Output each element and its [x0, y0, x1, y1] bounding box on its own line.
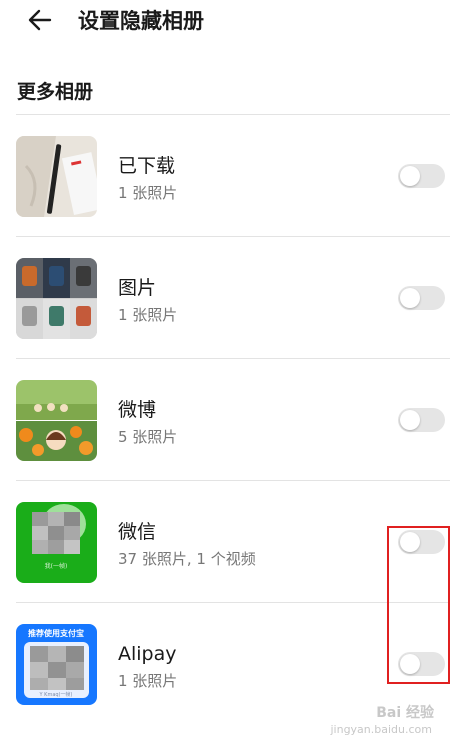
toggle-knob: [400, 166, 420, 186]
album-name: Alipay: [118, 643, 177, 665]
album-name: 微博: [118, 399, 157, 421]
album-name: 微信: [118, 521, 157, 543]
album-name: 已下载: [118, 155, 176, 177]
album-thumbnail: [16, 380, 97, 461]
album-count: 1 张照片: [118, 672, 178, 690]
watermark-logo: Bai 经验: [376, 705, 434, 721]
album-count: 1 张照片: [118, 306, 178, 324]
album-count: 1 张照片: [118, 184, 178, 202]
back-button[interactable]: [26, 6, 54, 34]
section-title: 更多相册: [17, 81, 94, 103]
hide-toggle[interactable]: [398, 408, 445, 432]
hide-toggle[interactable]: [398, 286, 445, 310]
toggle-knob: [400, 410, 420, 430]
album-thumbnail: 我(一帧): [16, 502, 97, 583]
thumbnail-caption: Y Kmaq(一帧): [39, 691, 73, 698]
album-thumbnail: [16, 136, 97, 217]
thumbnail-caption: 推荐使用支付宝: [28, 628, 84, 638]
album-count: 37 张照片, 1 个视频: [118, 550, 256, 568]
page-title: 设置隐藏相册: [78, 9, 204, 33]
arrow-left-icon: [28, 9, 52, 31]
album-thumbnail: [16, 258, 97, 339]
highlight-annotation: [387, 526, 450, 684]
toggle-knob: [400, 288, 420, 308]
watermark-url: jingyan.baidu.com: [330, 723, 432, 736]
album-thumbnail: 推荐使用支付宝 Y Kmaq(一帧): [16, 624, 97, 705]
album-count: 5 张照片: [118, 428, 178, 446]
album-name: 图片: [118, 277, 157, 299]
album-row-weibo[interactable]: 微博 5 张照片: [0, 359, 462, 481]
thumbnail-caption: 我(一帧): [45, 562, 68, 570]
album-row-downloads[interactable]: 已下载 1 张照片: [0, 115, 462, 237]
album-row-pictures[interactable]: 图片 1 张照片: [0, 237, 462, 359]
hide-toggle[interactable]: [398, 164, 445, 188]
header: 设置隐藏相册: [0, 0, 462, 44]
